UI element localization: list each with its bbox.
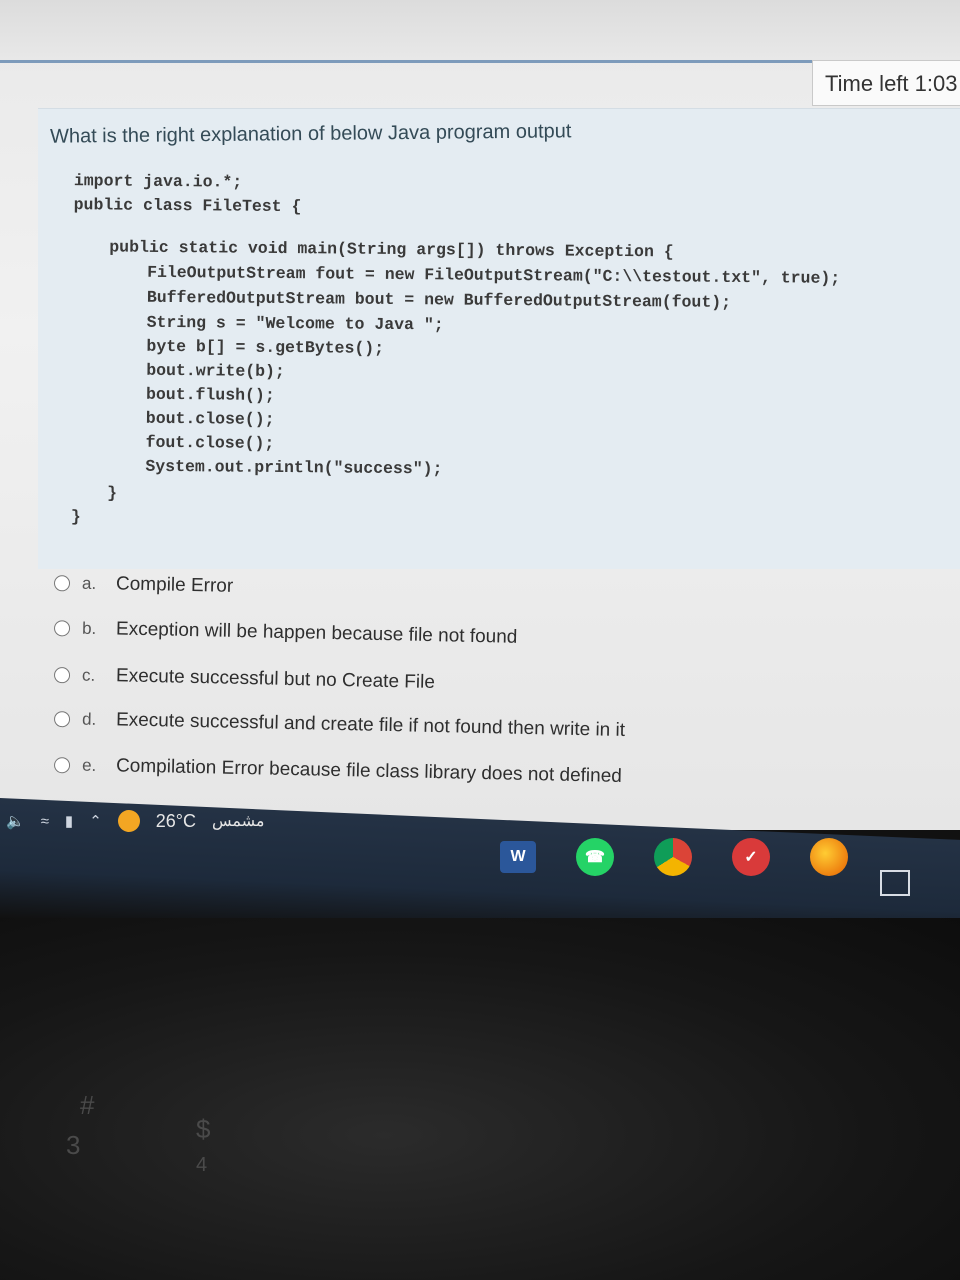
top-bar (0, 0, 960, 63)
key-glyph: # (80, 1090, 95, 1120)
chrome-icon[interactable] (654, 838, 692, 876)
weather-description: مشمس (211, 813, 265, 830)
code-line: FileOutputStream fout = new FileOutputSt… (147, 262, 841, 288)
code-line: public static void main(String args[]) t… (109, 237, 674, 262)
time-left-label: Time left 1:03 (825, 71, 958, 96)
code-line: BufferedOutputStream bout = new Buffered… (146, 287, 732, 312)
firefox-icon[interactable] (810, 838, 848, 876)
answer-letter: c. (81, 665, 96, 685)
code-line: } (70, 507, 81, 527)
answer-option-a[interactable]: a. Compile Error (53, 572, 234, 598)
code-line: bout.close(); (145, 408, 275, 429)
code-line: public class FileTest { (73, 195, 302, 217)
sun-icon (117, 810, 140, 832)
task-view-icon[interactable] (880, 870, 910, 896)
weather-temperature[interactable]: 26°C (156, 811, 196, 832)
answer-options: a. Compile Error b. Exception will be ha… (0, 560, 960, 810)
radio-e[interactable] (53, 757, 71, 774)
answer-text: Execute successful but no Create File (115, 665, 436, 693)
answer-letter: d. (81, 709, 97, 729)
code-block: import java.io.*; public class FileTest … (71, 167, 954, 526)
answer-letter: a. (81, 573, 97, 594)
radio-b[interactable] (53, 620, 71, 637)
word-letter: W (510, 848, 526, 865)
taskbar-apps: W ☎ ✓ (500, 838, 848, 876)
radio-c[interactable] (53, 667, 71, 684)
answer-text: Exception will be happen because file no… (115, 618, 518, 648)
answer-text: Compile Error (115, 573, 234, 597)
key-glyph: 4 (196, 1154, 208, 1176)
key-glyph: 3 (66, 1130, 81, 1160)
code-line: byte b[] = s.getBytes(); (146, 336, 385, 358)
code-line: String s = "Welcome to Java "; (146, 312, 444, 335)
answer-option-b[interactable]: b. Exception will be happen because file… (53, 617, 518, 649)
question-text: What is the right explanation of below J… (49, 120, 572, 148)
code-line: System.out.println("success"); (145, 456, 443, 479)
system-tray: 🔈 ≈ ▮ ⌃ 26°C مشمس (0, 806, 264, 836)
volume-icon[interactable]: 🔈 (6, 812, 25, 830)
code-line: bout.write(b); (146, 360, 285, 382)
question-panel: What is the right explanation of below J… (38, 108, 960, 569)
answer-option-d[interactable]: d. Execute successful and create file if… (53, 708, 626, 742)
code-line: import java.io.*; (73, 171, 243, 192)
radio-d[interactable] (53, 711, 71, 728)
code-line: fout.close(); (145, 432, 275, 453)
answer-text: Execute successful and create file if no… (115, 709, 626, 741)
time-left-badge: Time left 1:03 (812, 60, 960, 106)
code-line: bout.flush(); (145, 384, 275, 405)
key-glyph: $ (196, 1114, 211, 1144)
answer-option-e[interactable]: e. Compilation Error because file class … (53, 754, 623, 788)
answer-letter: e. (81, 755, 97, 775)
word-icon[interactable]: W (500, 841, 536, 873)
answer-option-c[interactable]: c. Execute successful but no Create File (53, 664, 436, 694)
code-line: } (107, 483, 118, 503)
whatsapp-icon[interactable]: ☎ (576, 838, 614, 876)
radio-a[interactable] (53, 575, 71, 592)
quiz-screen: Time left 1:03 What is the right explana… (0, 0, 960, 830)
laptop-keyboard: # 3 $ 4 (0, 918, 960, 1280)
answer-text: Compilation Error because file class lib… (115, 755, 623, 787)
answer-letter: b. (81, 618, 97, 639)
battery-icon[interactable]: ▮ (65, 812, 73, 830)
wifi-icon[interactable]: ≈ (41, 813, 49, 830)
red-app-icon[interactable]: ✓ (732, 838, 770, 876)
chevron-up-icon[interactable]: ⌃ (89, 812, 102, 830)
